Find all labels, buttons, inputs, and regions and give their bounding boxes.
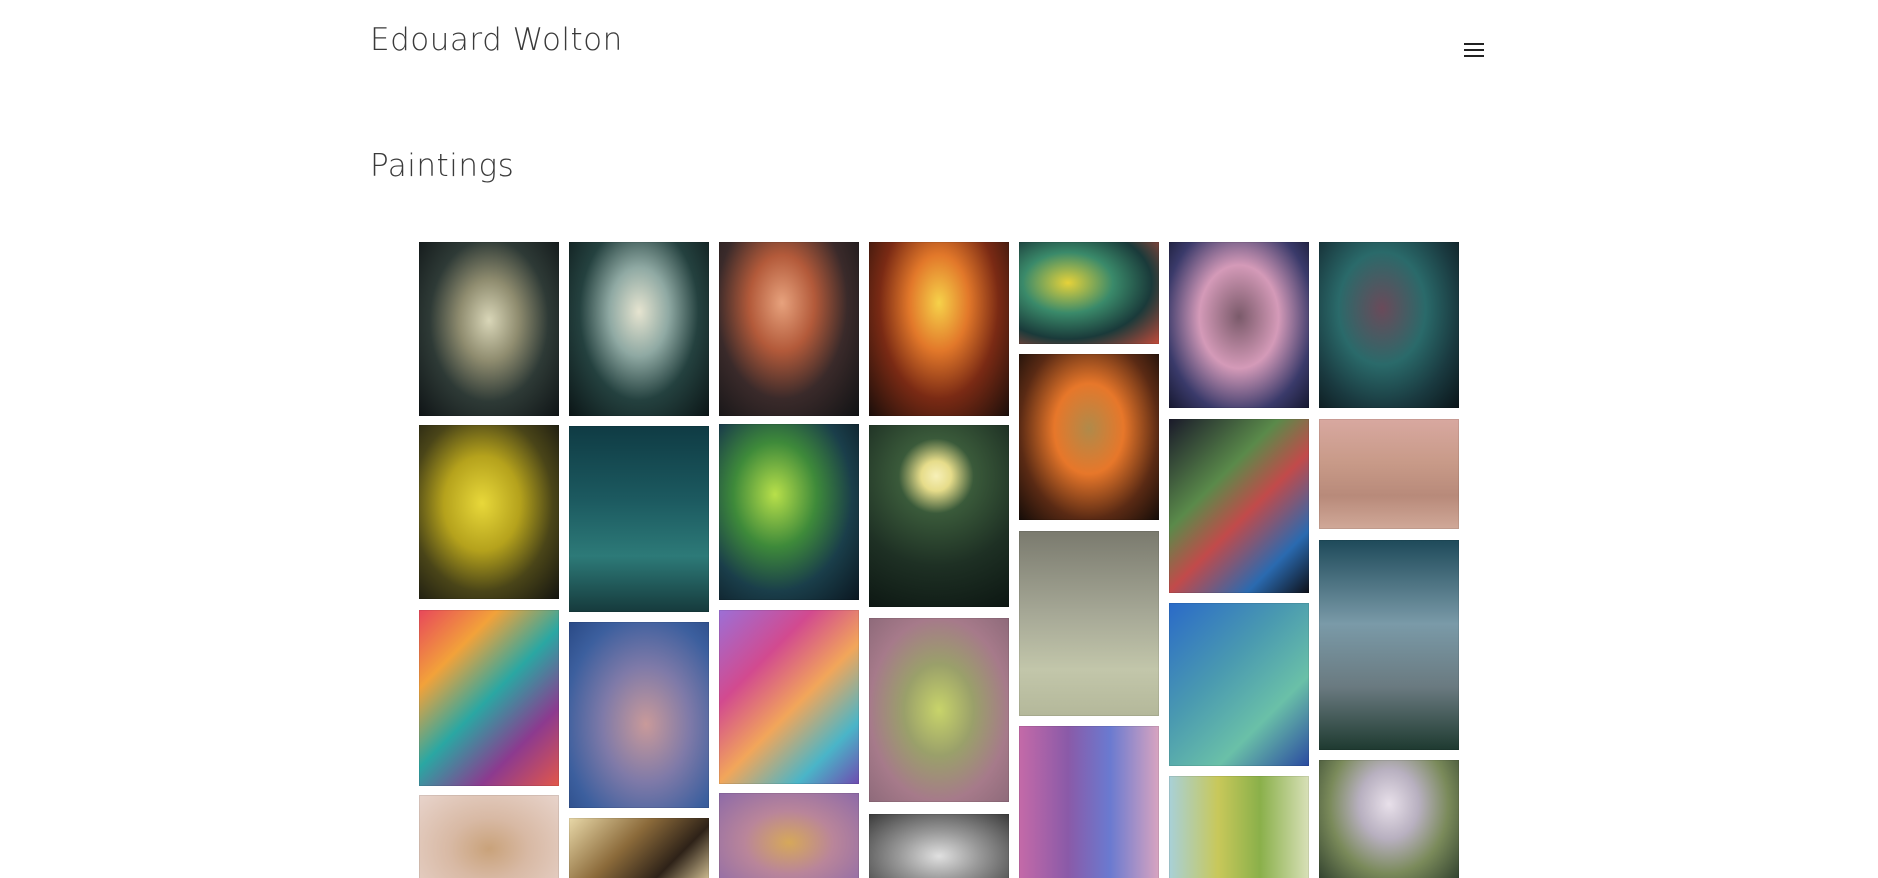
painting-nautilus-shell[interactable] <box>419 242 559 416</box>
painting-yellow-stone[interactable] <box>419 425 559 599</box>
painting-crystal-grey[interactable] <box>869 814 1009 878</box>
painting-colorful-flowers[interactable] <box>419 610 559 786</box>
painting-blue-leaves[interactable] <box>1169 603 1309 766</box>
painting-stone-tower[interactable] <box>1319 540 1459 750</box>
painting-desert-crater[interactable] <box>1319 419 1459 529</box>
painting-shell-prism[interactable] <box>719 242 859 416</box>
painting-cliff-light[interactable] <box>569 818 709 878</box>
painting-crystal-orange[interactable] <box>1019 354 1159 520</box>
painting-pink-flower-haze[interactable] <box>419 795 559 878</box>
painting-thistle[interactable] <box>1319 760 1459 878</box>
painting-geometric-still-life[interactable] <box>1019 242 1159 344</box>
painting-orchid-purple[interactable] <box>719 793 859 878</box>
painting-spiral-shell-cube[interactable] <box>569 242 709 416</box>
page: Edouard Wolton Paintings <box>0 0 1878 878</box>
painting-fiery-shells[interactable] <box>869 242 1009 416</box>
painting-cactus-yellow[interactable] <box>1169 776 1309 878</box>
painting-floating-cube-teal[interactable] <box>1319 242 1459 408</box>
painting-magenta-bloom[interactable] <box>1019 726 1159 878</box>
painting-grey-pebble[interactable] <box>1019 531 1159 716</box>
painting-green-rock-grapes[interactable] <box>719 424 859 600</box>
painting-teal-landscape[interactable] <box>569 426 709 612</box>
painting-rainbow-mountain[interactable] <box>1169 419 1309 593</box>
painting-dark-crystal-sky[interactable] <box>1169 242 1309 408</box>
painting-gallery <box>0 0 1878 878</box>
painting-moon-green[interactable] <box>869 425 1009 607</box>
painting-yellow-green-plant[interactable] <box>869 618 1009 802</box>
painting-lily-blue[interactable] <box>569 622 709 808</box>
painting-purple-daisies[interactable] <box>719 610 859 784</box>
